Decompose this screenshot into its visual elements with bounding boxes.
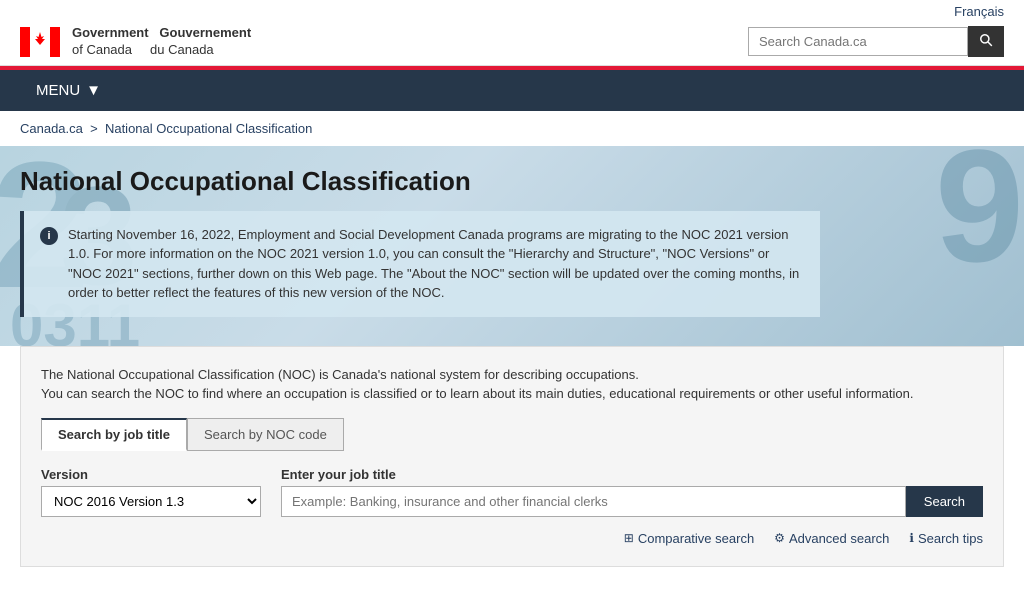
site-header: Government Gouvernement of Canada du Can… <box>0 19 1024 66</box>
canada-flag-icon <box>20 27 60 57</box>
job-title-input[interactable] <box>281 486 906 517</box>
breadcrumb-separator: > <box>90 121 98 136</box>
info-notice-text: Starting November 16, 2022, Employment a… <box>68 225 804 303</box>
breadcrumb-home-link[interactable]: Canada.ca <box>20 121 83 136</box>
breadcrumb: Canada.ca > National Occupational Classi… <box>0 111 1024 146</box>
job-title-group: Enter your job title Search <box>281 467 983 517</box>
page-title: National Occupational Classification <box>20 166 1004 197</box>
site-search-button[interactable] <box>968 26 1004 57</box>
version-label: Version <box>41 467 261 482</box>
language-link[interactable]: Français <box>954 4 1004 19</box>
search-desc-line2: You can search the NOC to find where an … <box>41 384 983 404</box>
search-form-row: Version NOC 2016 Version 1.3 NOC 2021 Ve… <box>41 467 983 517</box>
noc-search-section: The National Occupational Classification… <box>20 346 1004 567</box>
search-description: The National Occupational Classification… <box>41 365 983 404</box>
site-search-input[interactable] <box>748 27 968 56</box>
gov-name: Government Gouvernement of Canada du Can… <box>72 25 251 59</box>
tab-search-by-noc-code[interactable]: Search by NOC code <box>187 418 344 451</box>
menu-label: MENU <box>36 82 80 99</box>
search-extra-links: ⊞ Comparative search ⚙ Advanced search ℹ… <box>41 531 983 546</box>
search-button[interactable]: Search <box>906 486 983 517</box>
advanced-search-link[interactable]: ⚙ Advanced search <box>774 531 889 546</box>
version-group: Version NOC 2016 Version 1.3 NOC 2021 Ve… <box>41 467 261 517</box>
search-desc-line1: The National Occupational Classification… <box>41 365 983 385</box>
info-notice-box: i Starting November 16, 2022, Employment… <box>20 211 820 317</box>
menu-button[interactable]: MENU ▼ <box>20 70 117 111</box>
search-tips-link[interactable]: ℹ Search tips <box>909 531 983 546</box>
logo-area: Government Gouvernement of Canada du Can… <box>20 25 251 59</box>
site-search-area <box>748 26 1004 57</box>
tab-search-by-job-title[interactable]: Search by job title <box>41 418 187 451</box>
grid-icon: ⊞ <box>624 531 634 545</box>
advanced-search-label: Advanced search <box>789 531 889 546</box>
breadcrumb-current: National Occupational Classification <box>105 121 312 136</box>
search-tabs: Search by job title Search by NOC code <box>41 418 983 451</box>
info-icon: ℹ <box>909 531 914 545</box>
hero-section: 2 3 0311 9 National Occupational Classif… <box>0 146 1024 346</box>
gear-icon: ⚙ <box>774 531 785 545</box>
job-input-row: Search <box>281 486 983 517</box>
version-select[interactable]: NOC 2016 Version 1.3 NOC 2021 Version 1.… <box>41 486 261 517</box>
chevron-down-icon: ▼ <box>86 82 101 99</box>
info-circle-icon: i <box>40 227 58 245</box>
comparative-search-link[interactable]: ⊞ Comparative search <box>624 531 754 546</box>
comparative-search-label: Comparative search <box>638 531 754 546</box>
menu-bar: MENU ▼ <box>0 70 1024 111</box>
job-title-label: Enter your job title <box>281 467 983 482</box>
search-tips-label: Search tips <box>918 531 983 546</box>
